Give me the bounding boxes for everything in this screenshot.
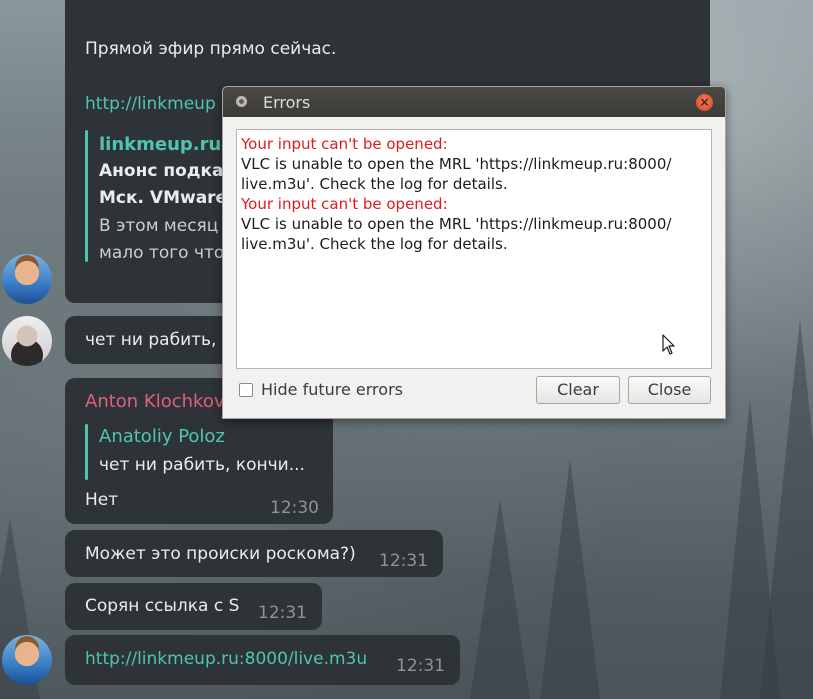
avatar[interactable] (2, 254, 52, 304)
message-text: Нет (85, 490, 119, 510)
message-time: 12:30 (270, 498, 319, 518)
hide-future-errors-checkbox[interactable] (239, 383, 253, 397)
link-preview-description: мало того что (99, 243, 225, 263)
dialog-title: Errors (263, 93, 311, 112)
message-time: 12:31 (396, 656, 445, 676)
sender-name[interactable]: Anton Klochkov (85, 391, 225, 412)
message-link[interactable]: http://linkmeup.ru:8000/live.m3u (85, 649, 367, 669)
message-link[interactable]: http://linkmeup (85, 94, 216, 114)
close-button[interactable]: Close (628, 376, 711, 404)
message-bubble: Может это происки роскома?) 12:31 (65, 530, 443, 577)
reply-quote-bar (85, 424, 88, 480)
avatar[interactable] (2, 316, 52, 366)
mouse-pointer-icon (662, 334, 675, 355)
link-preview-site[interactable]: linkmeup.ru (99, 134, 221, 155)
tree-silhouette (540, 459, 600, 699)
link-preview-bar (85, 130, 88, 262)
reply-quote-text[interactable]: чет ни рабить, кончи... (99, 455, 305, 475)
error-log-textarea[interactable]: Your input can't be opened: VLC is unabl… (236, 129, 712, 369)
errors-dialog: Errors × Your input can't be opened: VLC… (222, 86, 726, 419)
message-bubble: http://linkmeup.ru:8000/live.m3u 12:31 (65, 635, 460, 685)
link-preview-description: В этом месяц (99, 216, 219, 236)
close-icon[interactable]: × (696, 94, 713, 111)
error-message: VLC is unable to open the MRL 'https://l… (241, 155, 672, 173)
clear-button[interactable]: Clear (536, 376, 620, 404)
message-text: Сорян ссылка с S (85, 596, 240, 616)
error-heading: Your input can't be opened: (241, 195, 448, 213)
tree-silhouette (470, 499, 530, 699)
message-text: чет ни рабить, (85, 330, 217, 350)
avatar[interactable] (2, 635, 52, 685)
error-message: VLC is unable to open the MRL 'https://l… (241, 215, 672, 233)
error-message: live.m3u'. Check the log for details. (241, 175, 508, 193)
message-text: Прямой эфир прямо сейчас. (85, 39, 337, 59)
tree-silhouette (760, 319, 813, 699)
message-text-partial: ^^^^^^^^^^^^^^ (85, 0, 285, 12)
message-time: 12:31 (258, 603, 307, 623)
message-bubble: Сорян ссылка с S 12:31 (65, 583, 322, 630)
message-text: Может это происки роскома?) (85, 544, 356, 564)
dialog-titlebar[interactable]: Errors × (223, 87, 725, 117)
error-heading: Your input can't be opened: (241, 135, 448, 153)
message-time: 12:31 (379, 551, 428, 571)
link-preview-title: Мск. VMware (99, 188, 228, 208)
link-preview-title: Анонс подкас (99, 161, 234, 181)
reply-quote-author[interactable]: Anatoliy Poloz (99, 426, 225, 447)
window-menu-icon[interactable] (236, 96, 247, 107)
error-message: live.m3u'. Check the log for details. (241, 235, 508, 253)
hide-future-errors-label[interactable]: Hide future errors (261, 380, 403, 399)
